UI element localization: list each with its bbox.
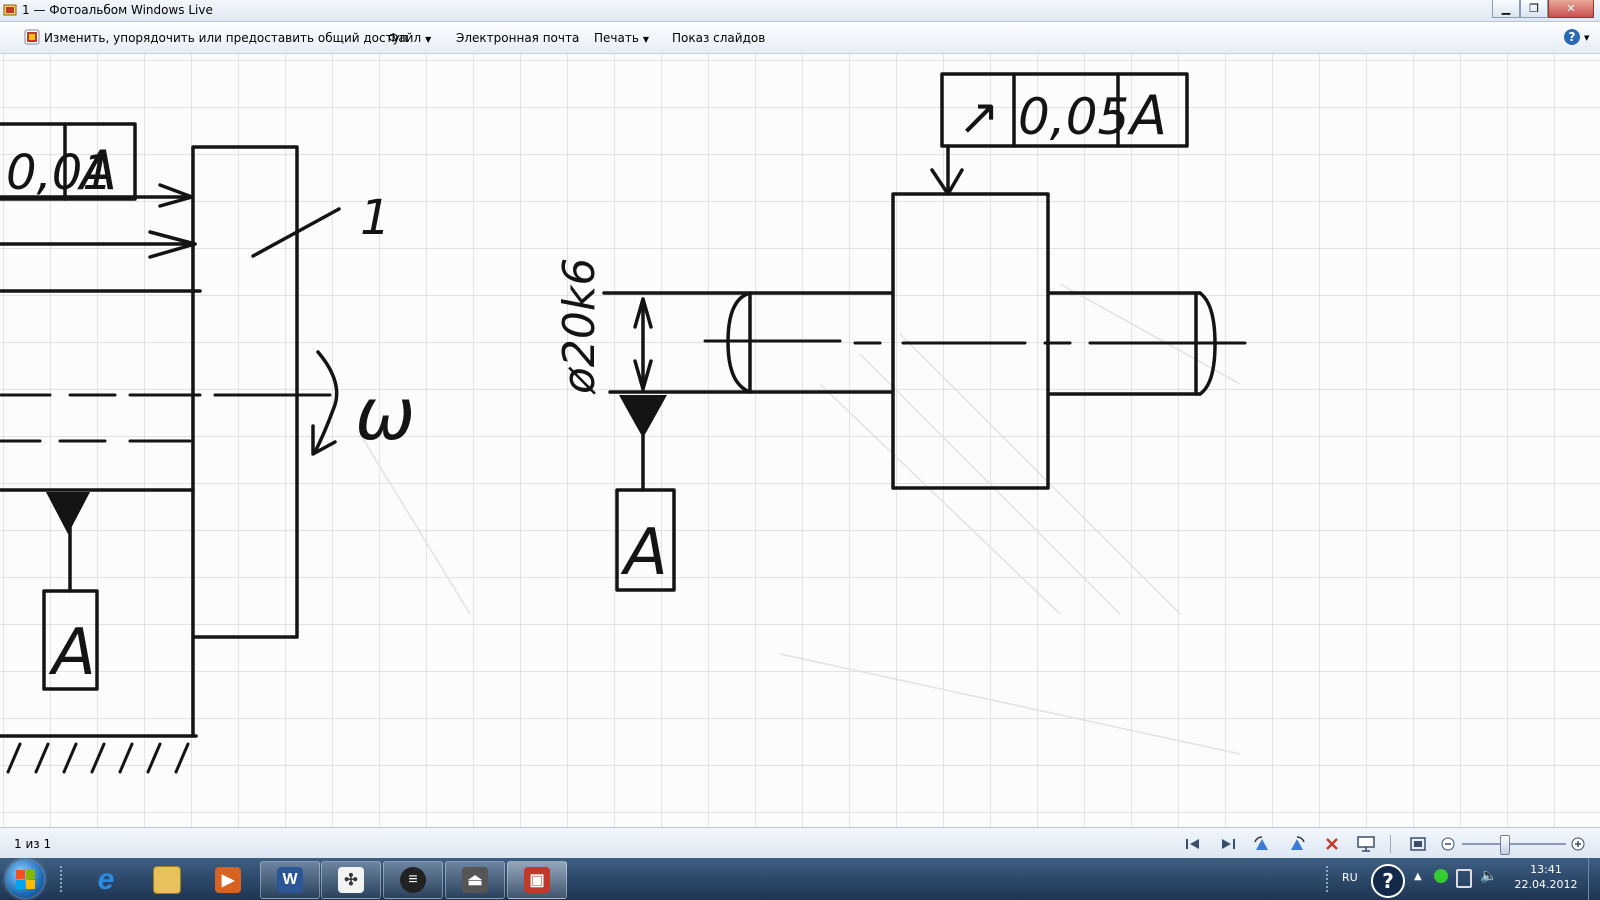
rotate-left-icon: [1254, 836, 1268, 850]
diameter-fit-label: ø20k6: [554, 258, 605, 395]
rotate-left-button[interactable]: [1251, 834, 1273, 854]
system-clock[interactable]: 13:41 22.04.2012: [1510, 862, 1582, 892]
windows-logo-icon-part: [26, 880, 35, 889]
taskbar-internet-explorer[interactable]: e: [76, 861, 136, 899]
graph-paper-grid: [0, 54, 1600, 827]
navigation-bar: 1 из 1: [0, 827, 1600, 859]
title-bar: 1 — Фотоальбом Windows Live ▁ ❐ ✕: [0, 0, 1600, 22]
left-datum-letter: A: [48, 616, 96, 690]
media-player-icon: ▶: [215, 867, 241, 893]
chevron-down-icon: ▼: [642, 35, 650, 44]
rotate-right-button[interactable]: [1286, 834, 1308, 854]
word-icon: W: [277, 867, 303, 893]
help-button[interactable]: ?: [1564, 29, 1580, 45]
gallery-icon: [24, 29, 40, 45]
next-button[interactable]: [1217, 834, 1239, 854]
close-button[interactable]: ✕: [1548, 0, 1594, 18]
right-datum-letter: A: [620, 516, 668, 590]
windows-logo-icon-part: [26, 870, 35, 879]
rotate-right-icon: [1291, 836, 1305, 850]
delete-icon: [1326, 838, 1338, 850]
windows-logo-icon-part: [16, 880, 25, 889]
print-menu[interactable]: Печать ▼: [594, 31, 649, 45]
start-button[interactable]: [6, 860, 44, 898]
clock-date: 22.04.2012: [1514, 878, 1578, 891]
taskbar-scanner[interactable]: ⏏: [445, 861, 505, 899]
photo-gallery-app-icon: [3, 4, 17, 16]
app-icon: ≡: [400, 867, 426, 893]
zoom-slider-track[interactable]: [1462, 843, 1566, 845]
next-icon: [1222, 839, 1235, 849]
taskbar-photo-gallery-active[interactable]: ▣: [507, 861, 567, 899]
language-indicator[interactable]: RU: [1342, 871, 1358, 884]
photo-viewer: 0,01 A 1 ω A ↗ 0,05 A ø20k6 A: [0, 54, 1600, 827]
folder-icon: [153, 866, 181, 894]
zoom-in-button[interactable]: [1567, 834, 1589, 854]
antivirus-tray-icon[interactable]: [1434, 869, 1448, 883]
tray-grip: [1326, 866, 1332, 892]
volume-icon[interactable]: 🔈: [1480, 868, 1497, 884]
clock-time: 13:41: [1530, 863, 1562, 876]
zoom-slider-thumb[interactable]: [1500, 835, 1510, 855]
runout-tolerance-datum: A: [1127, 84, 1167, 147]
help-tray-icon[interactable]: ?: [1371, 864, 1405, 898]
sketch-image: 0,01 A 1 ω A ↗ 0,05 A ø20k6 A: [0, 54, 1600, 827]
delete-button[interactable]: [1321, 834, 1343, 854]
taskbar-compass-app[interactable]: ✣: [321, 861, 381, 899]
window-title: 1 — Фотоальбом Windows Live: [22, 3, 213, 17]
zoom-in-icon: [1571, 837, 1585, 851]
minimize-button[interactable]: ▁: [1492, 0, 1520, 18]
fit-to-window-icon: [1410, 837, 1426, 851]
edit-organize-share-button[interactable]: Изменить, упорядочить или предоставить о…: [44, 31, 408, 45]
taskbar-media-player[interactable]: ▶: [198, 861, 258, 899]
drawing-tool-icon: ✣: [338, 867, 364, 893]
angular-velocity-label: ω: [355, 372, 415, 456]
previous-icon: [1186, 839, 1199, 849]
taskbar-explorer[interactable]: [137, 861, 197, 899]
battery-tray-icon[interactable]: [1456, 869, 1472, 888]
scanner-icon: ⏏: [462, 867, 488, 893]
image-counter: 1 из 1: [14, 837, 52, 851]
show-desktop-button[interactable]: [1588, 858, 1600, 900]
file-menu-label: Файл: [388, 31, 422, 45]
zoom-out-icon: [1441, 837, 1455, 851]
window-controls: ▁ ❐ ✕: [1492, 0, 1594, 18]
print-menu-label: Печать: [594, 31, 639, 45]
taskbar: e ▶ W ✣ ≡ ⏏ ▣ RU ? ▲ 🔈 13:41 22.04.2012: [0, 858, 1600, 900]
slideshow-icon: [1357, 836, 1375, 852]
actual-size-button[interactable]: [1407, 834, 1429, 854]
windows-logo-icon: [16, 870, 25, 879]
command-bar: Изменить, упорядочить или предоставить о…: [0, 22, 1600, 54]
chevron-down-icon: ▼: [425, 35, 432, 44]
previous-button[interactable]: [1182, 834, 1204, 854]
slideshow-button[interactable]: Показ слайдов: [672, 31, 765, 45]
part-number-label: 1: [360, 190, 391, 246]
maximize-button[interactable]: ❐: [1520, 0, 1548, 18]
email-button[interactable]: Электронная почта: [456, 31, 579, 45]
chevron-down-icon: ▼: [1584, 34, 1590, 42]
photo-gallery-icon: ▣: [524, 867, 550, 893]
slideshow-start-button[interactable]: [1355, 834, 1377, 854]
taskbar-app[interactable]: ≡: [383, 861, 443, 899]
separator: [1390, 835, 1391, 853]
show-hidden-icons-icon[interactable]: ▲: [1414, 871, 1422, 882]
internet-explorer-icon: e: [97, 863, 115, 896]
left-tolerance-datum: A: [77, 139, 117, 202]
taskbar-word[interactable]: W: [260, 861, 320, 899]
runout-symbol: ↗: [958, 88, 1000, 146]
runout-tolerance-value: 0,05: [1018, 88, 1129, 146]
zoom-out-button[interactable]: [1437, 834, 1459, 854]
taskbar-grip: [60, 866, 66, 892]
file-menu[interactable]: Файл ▼: [388, 31, 431, 45]
